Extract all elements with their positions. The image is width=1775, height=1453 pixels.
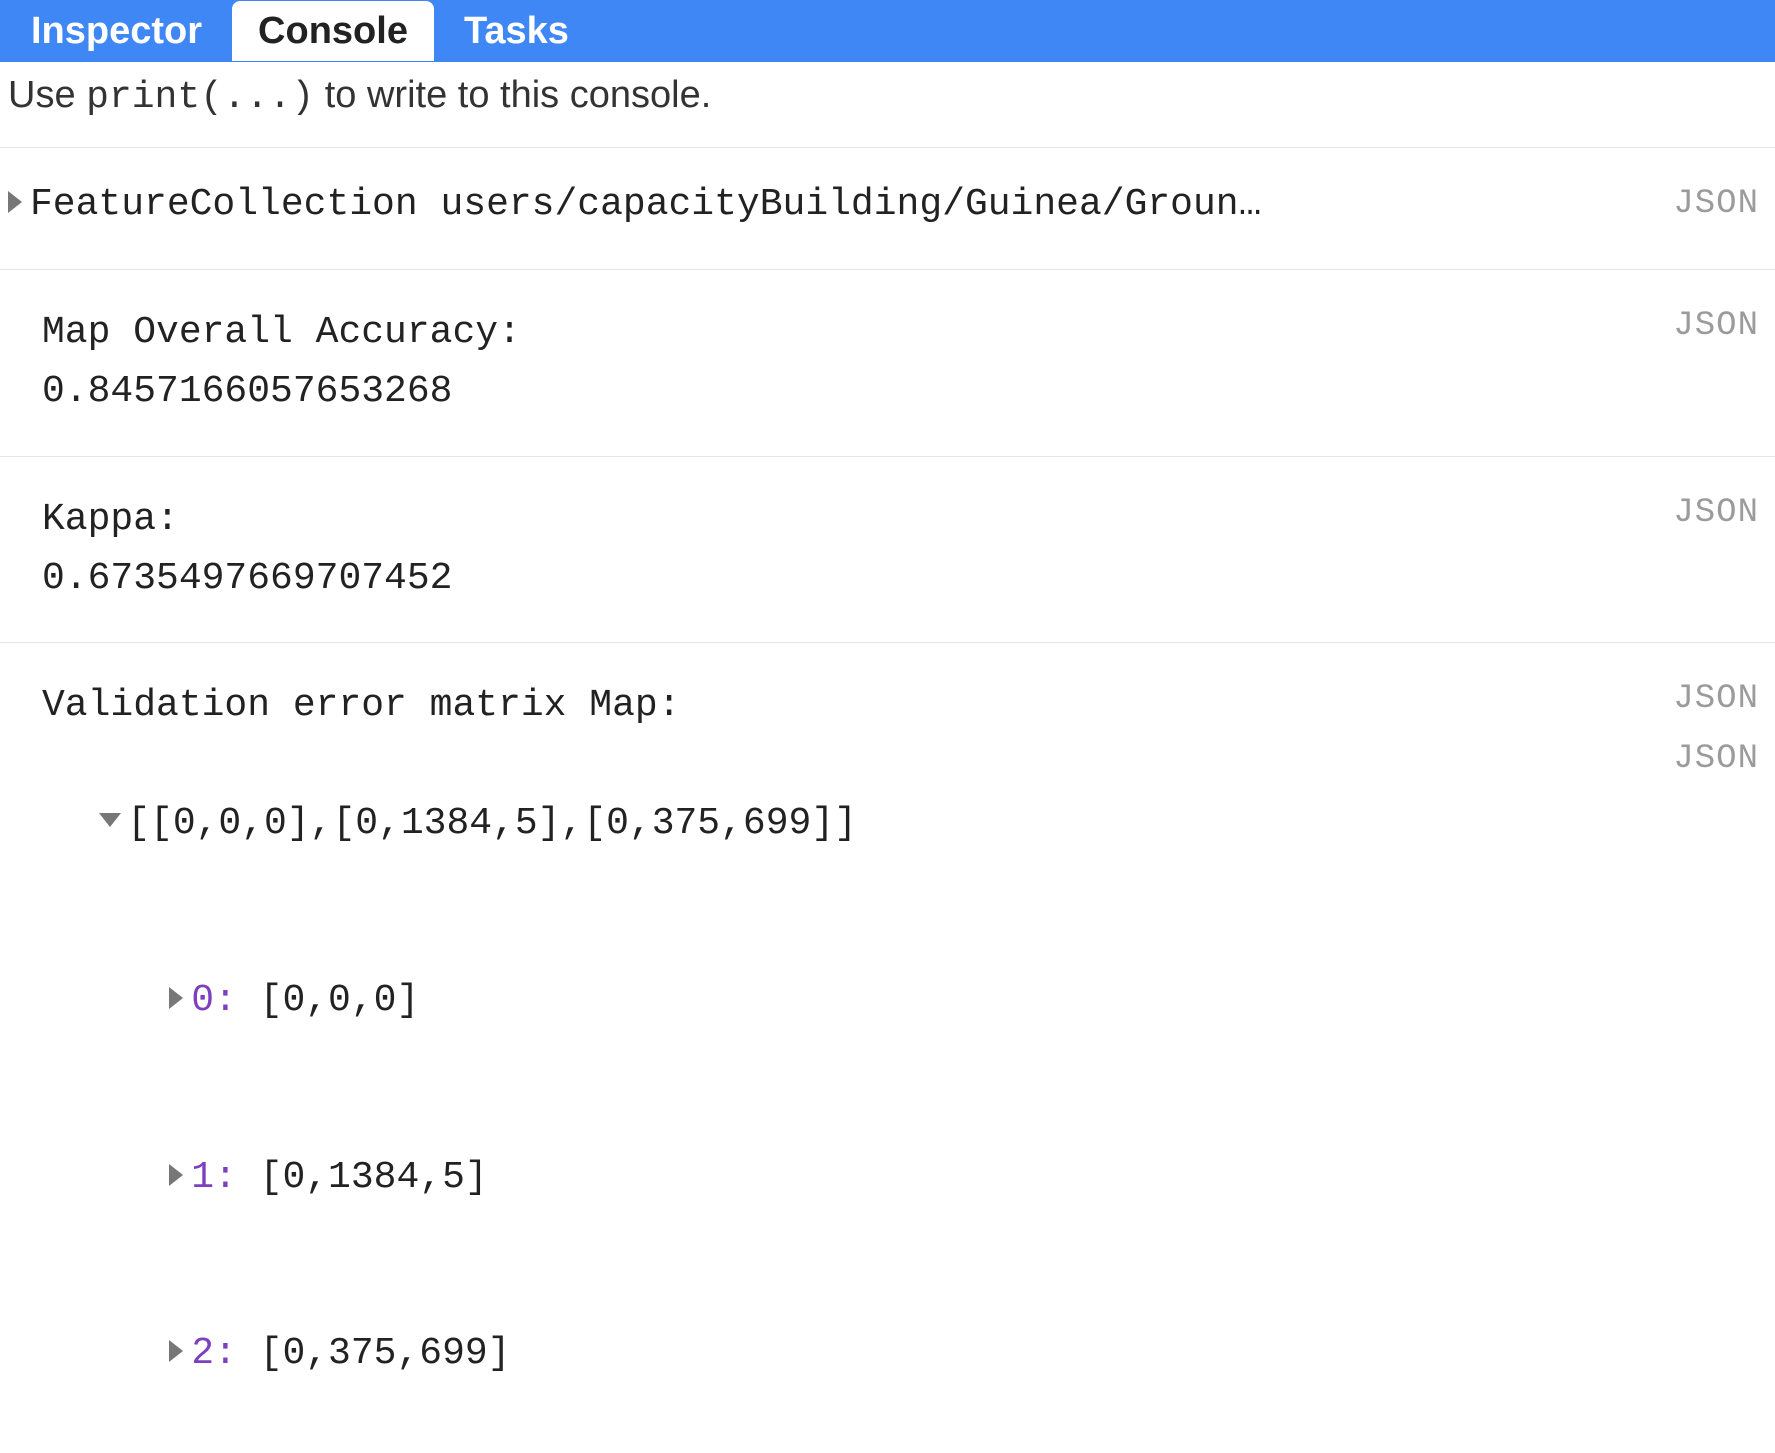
matrix-row[interactable]: 0: [0,0,0] [8, 913, 1765, 1090]
json-badge[interactable]: JSON [1673, 178, 1759, 231]
tab-inspector[interactable]: Inspector [5, 1, 228, 61]
matrix-label: Validation error matrix Map: [8, 677, 1765, 736]
matrix-summary-row[interactable]: [[0,0,0],[0,1384,5],[0,375,699]] [8, 736, 1765, 913]
matrix-row-value: [0,375,699] [260, 1332, 511, 1375]
matrix-row-index: 1: [191, 1156, 237, 1199]
console-entry-kappa: JSON Kappa: 0.6735497669707452 [0, 457, 1775, 644]
matrix-row-value: [0,0,0] [260, 979, 420, 1022]
kappa-label: Kappa: [8, 491, 1765, 550]
console-entry-matrix: JSON JSON Validation error matrix Map: [… [0, 643, 1775, 1453]
json-badge[interactable]: JSON [1673, 673, 1759, 726]
hint-suffix: to write to this console. [314, 74, 711, 116]
tab-console[interactable]: Console [232, 1, 434, 61]
matrix-row-index: 0: [191, 979, 237, 1022]
matrix-row[interactable]: 2: [0,375,699] [8, 1266, 1765, 1443]
accuracy-label: Map Overall Accuracy: [8, 304, 1765, 363]
accuracy-value: 0.8457166057653268 [8, 363, 1765, 422]
matrix-row-value: [0,1384,5] [260, 1156, 488, 1199]
matrix-row-index: 2: [191, 1332, 237, 1375]
json-badge[interactable]: JSON [1673, 300, 1759, 353]
json-badge[interactable]: JSON [1673, 733, 1759, 786]
fc-text[interactable]: FeatureCollection users/capacityBuilding… [30, 176, 1261, 235]
tab-tasks[interactable]: Tasks [438, 1, 595, 61]
kappa-value: 0.6735497669707452 [8, 550, 1765, 609]
console-hint: Use print(...) to write to this console. [0, 62, 1775, 148]
collapse-icon[interactable] [99, 813, 121, 827]
expand-icon[interactable] [169, 1164, 183, 1186]
matrix-summary: [[0,0,0],[0,1384,5],[0,375,699]] [127, 802, 857, 845]
console-entry-featurecollection: JSON FeatureCollection users/capacityBui… [0, 148, 1775, 270]
hint-prefix: Use [8, 74, 86, 116]
tab-bar: Inspector Console Tasks [0, 0, 1775, 62]
json-badge[interactable]: JSON [1673, 487, 1759, 540]
hint-code: print(...) [86, 76, 314, 119]
expand-icon[interactable] [169, 1340, 183, 1362]
expand-icon[interactable] [169, 987, 183, 1009]
matrix-row[interactable]: 1: [0,1384,5] [8, 1090, 1765, 1267]
console-entry-accuracy: JSON Map Overall Accuracy: 0.84571660576… [0, 270, 1775, 457]
expand-icon[interactable] [8, 191, 22, 213]
